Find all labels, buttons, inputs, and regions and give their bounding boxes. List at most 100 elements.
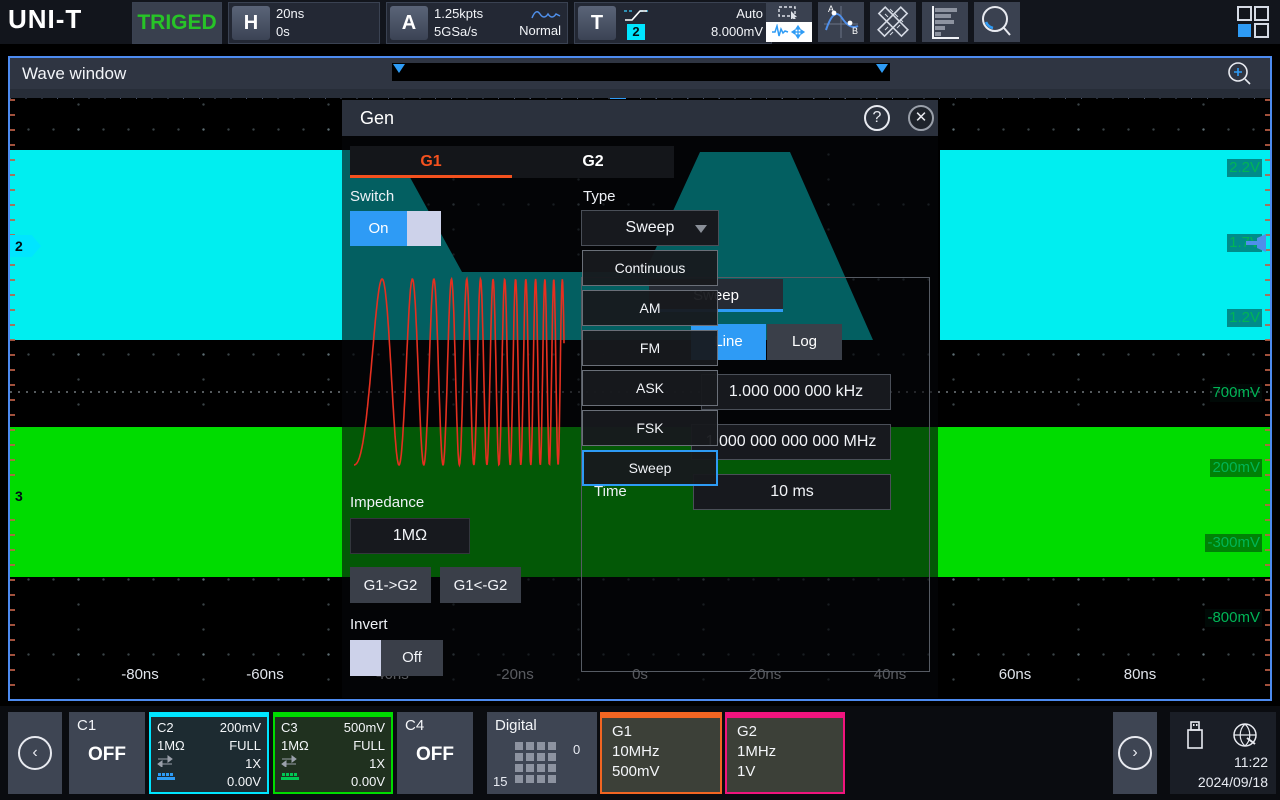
chevron-right-icon: › — [1118, 736, 1152, 770]
timebase-value: 20ns — [276, 5, 304, 23]
tab-g1[interactable]: G1 — [350, 146, 512, 178]
oscilloscope-screen: UNI-T TRIGED H 20ns 0s A 1.25kpts 5GSa/s… — [0, 0, 1280, 800]
select-move-button[interactable] — [766, 2, 812, 42]
g1-card[interactable]: G1 10MHz 500mV — [600, 712, 722, 794]
horizontal-section[interactable]: H 20ns 0s — [228, 2, 380, 44]
trigger-source-badge: 2 — [627, 24, 645, 40]
memory-right-marker[interactable] — [876, 64, 888, 73]
c2-offset: 0.00V — [227, 773, 261, 791]
trigger-slope-icon — [622, 7, 650, 23]
impedance-button[interactable]: 1MΩ — [350, 518, 470, 554]
type-option-sweep[interactable]: Sweep — [582, 450, 718, 486]
sweep-time-field[interactable]: 10 ms — [693, 474, 891, 510]
gen-dialog-title: Gen — [360, 108, 394, 129]
invert-on-segment[interactable] — [350, 640, 381, 676]
c3-bandwidth: FULL — [353, 737, 385, 755]
wave-window-title: Wave window — [22, 64, 126, 84]
type-option-am[interactable]: AM — [582, 290, 718, 326]
c2-scale: 200mV — [220, 719, 261, 737]
histogram-button[interactable] — [922, 2, 968, 42]
channel-2-card[interactable]: C2200mV 1MΩFULL 1X 0.00V — [149, 712, 269, 794]
channel-1-status: OFF — [69, 744, 145, 766]
sweep-stop-frequency-field[interactable]: 1.000 000 000 000 MHz — [691, 424, 891, 460]
sweep-start-frequency-field[interactable]: 1.000 000 000 kHz — [701, 374, 891, 410]
channel-1-card[interactable]: C1 OFF — [69, 712, 145, 794]
select-rect-icon — [777, 5, 801, 19]
digital-card[interactable]: Digital 0 15 — [487, 712, 597, 794]
memory-left-marker[interactable] — [393, 64, 405, 73]
tab-g2[interactable]: G2 — [512, 146, 674, 178]
chevron-left-icon: ‹ — [18, 736, 52, 770]
trigger-level-arrow[interactable] — [1246, 234, 1266, 252]
g1-name: G1 — [612, 722, 710, 742]
type-dropdown[interactable]: Sweep — [581, 210, 719, 246]
memory-window-bar[interactable] — [392, 63, 890, 81]
time-label: 60ns — [999, 666, 1032, 683]
switch-toggle[interactable]: On — [350, 211, 441, 246]
left-scale-ticks — [10, 99, 15, 699]
wave-zoom-icon[interactable] — [1226, 60, 1254, 88]
invert-toggle[interactable]: Off — [350, 640, 443, 676]
trigger-mode: Auto — [736, 5, 763, 23]
scroll-right-button[interactable]: › — [1113, 712, 1157, 794]
horizontal-key[interactable]: H — [232, 6, 270, 40]
impedance-label: Impedance — [350, 494, 424, 511]
voltage-label: -300mV — [1205, 534, 1262, 552]
time-label: -80ns — [121, 666, 159, 683]
clock-time: 11:22 — [1170, 754, 1268, 770]
voltage-label: -800mV — [1205, 609, 1262, 627]
c2-probe: 1X — [245, 755, 261, 773]
gen-preview-wave — [352, 272, 566, 474]
acquire-mode: Normal — [519, 22, 561, 40]
type-option-ask[interactable]: ASK — [582, 370, 718, 406]
scroll-left-button[interactable]: ‹ — [8, 712, 62, 794]
system-status-area[interactable]: 11:22 2024/09/18 — [1170, 712, 1276, 794]
curve-ab-button[interactable]: AB — [818, 2, 864, 42]
g2-name: G2 — [737, 722, 833, 742]
gen-tabs: G1 G2 — [350, 146, 674, 178]
coupling-icon — [157, 755, 173, 767]
gen-dialog-titlebar[interactable]: Gen ? ✕ — [342, 100, 938, 136]
g2-frequency: 1MHz — [737, 742, 833, 762]
usb-icon — [1184, 720, 1206, 750]
search-button[interactable] — [974, 2, 1020, 42]
type-option-continuous[interactable]: Continuous — [582, 250, 718, 286]
trigger-status-badge: TRIGED — [132, 2, 222, 44]
switch-on-segment[interactable]: On — [350, 211, 407, 246]
c3-offset: 0.00V — [351, 773, 385, 791]
g2-card[interactable]: G2 1MHz 1V — [725, 712, 845, 794]
measure-button[interactable] — [870, 2, 916, 42]
ground-icon — [281, 773, 299, 783]
copy-g2-to-g1-button[interactable]: G1<-G2 — [440, 567, 521, 603]
copy-g1-to-g2-button[interactable]: G1->G2 — [350, 567, 431, 603]
c2-trace-band-right — [940, 150, 1270, 340]
help-icon[interactable]: ? — [864, 105, 890, 131]
type-option-fm[interactable]: FM — [582, 330, 718, 366]
acquire-section[interactable]: A 1.25kpts 5GSa/s Normal — [386, 2, 568, 44]
chevron-down-icon — [694, 224, 708, 234]
window-layout-icon — [1236, 5, 1270, 39]
channel-4-card[interactable]: C4 OFF — [397, 712, 473, 794]
trigger-section[interactable]: T 2 Auto 8.000mV — [574, 2, 772, 44]
memory-depth: 1.25kpts — [434, 5, 519, 23]
ruler-icon — [875, 4, 911, 40]
type-label: Type — [583, 188, 616, 205]
histogram-icon — [927, 4, 963, 40]
network-globe-icon — [1232, 722, 1258, 748]
trigger-key[interactable]: T — [578, 6, 616, 40]
sweep-scale-log-button[interactable]: Log — [767, 324, 842, 360]
acquire-key[interactable]: A — [390, 6, 428, 40]
c2-impedance: 1MΩ — [157, 737, 185, 755]
time-label: -60ns — [246, 666, 284, 683]
type-option-fsk[interactable]: FSK — [582, 410, 718, 446]
invert-off-segment[interactable]: Off — [381, 640, 443, 676]
c3-scale: 500mV — [344, 719, 385, 737]
channel-3-card[interactable]: C3500mV 1MΩFULL 1X 0.00V — [273, 712, 393, 794]
close-icon[interactable]: ✕ — [908, 105, 934, 131]
switch-off-segment[interactable] — [407, 211, 441, 246]
top-status-bar: UNI-T TRIGED H 20ns 0s A 1.25kpts 5GSa/s… — [0, 0, 1280, 44]
window-layout-button[interactable] — [1236, 5, 1270, 44]
wave-window-titlebar: Wave window — [10, 58, 1270, 89]
wave-move-icon — [771, 24, 807, 40]
c2-trace-band-left — [10, 150, 342, 340]
